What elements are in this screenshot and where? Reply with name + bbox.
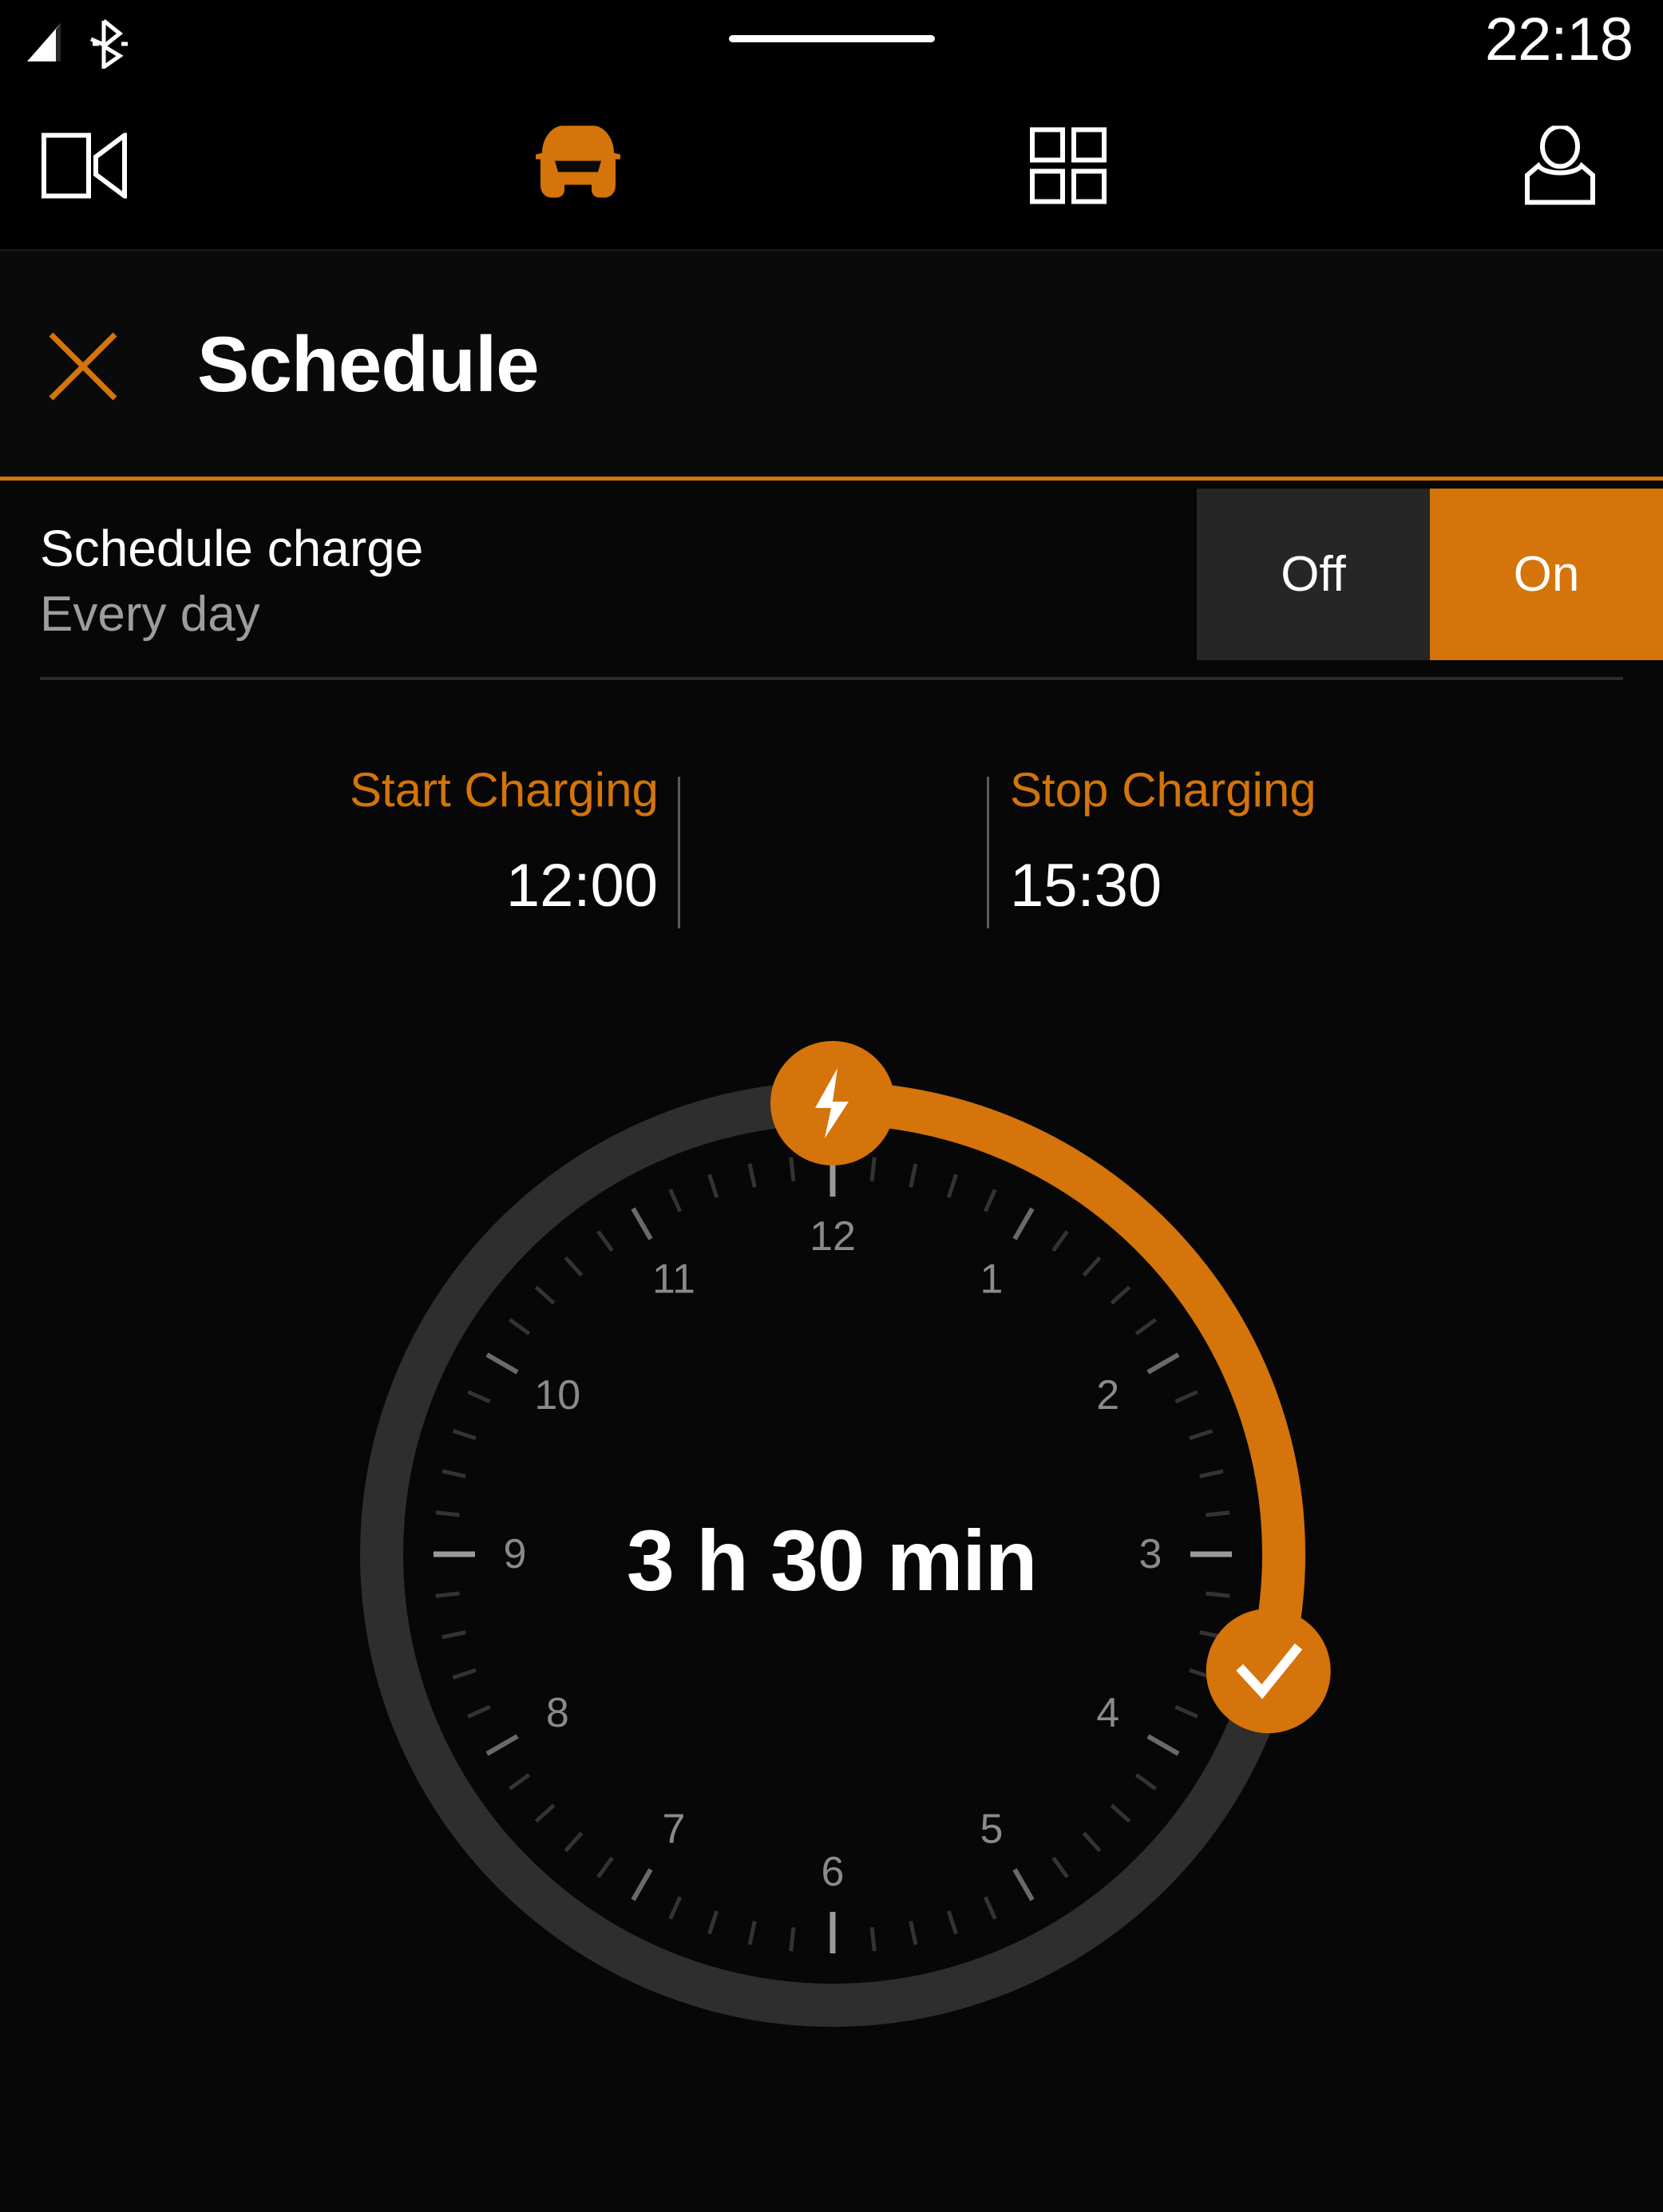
schedule-toggle: Off On (1197, 489, 1663, 660)
status-bar: 22:18 (0, 0, 1663, 86)
start-handle-lightning[interactable] (770, 1041, 895, 1165)
profile-icon[interactable] (1519, 124, 1601, 210)
page-header: Schedule (0, 251, 1663, 478)
page-title: Schedule (197, 320, 540, 408)
svg-text:11: 11 (652, 1256, 695, 1302)
status-bar-icons (21, 18, 133, 73)
start-charging-group[interactable]: Start Charging 12:00 (350, 762, 677, 920)
svg-text:8: 8 (546, 1690, 569, 1736)
svg-text:6: 6 (822, 1849, 845, 1895)
time-divider-left (678, 777, 680, 928)
start-charging-label: Start Charging (350, 763, 659, 817)
signal-icon (21, 18, 70, 72)
car-icon[interactable] (523, 123, 633, 213)
svg-text:2: 2 (1096, 1372, 1119, 1419)
bluetooth-icon (88, 18, 133, 73)
svg-text:1: 1 (980, 1256, 1004, 1302)
infotainment-screen: 22:18 Schedule Schedule charge Every day… (0, 0, 1663, 2212)
schedule-charge-label: Schedule charge (40, 520, 424, 577)
schedule-charge-row: Schedule charge Every day Off On (0, 481, 1663, 683)
stop-charging-label: Stop Charging (1010, 763, 1317, 817)
svg-text:7: 7 (663, 1806, 686, 1853)
svg-text:12: 12 (810, 1213, 856, 1260)
start-charging-value: 12:00 (505, 852, 658, 920)
toggle-option-off[interactable]: Off (1197, 489, 1430, 660)
clock-time: 22:18 (1484, 6, 1633, 73)
svg-text:4: 4 (1096, 1690, 1119, 1736)
main-nav-bar (0, 86, 1663, 251)
toggle-option-on[interactable]: On (1430, 489, 1663, 660)
status-bar-handle[interactable] (728, 35, 935, 42)
time-divider-right (987, 777, 989, 928)
apps-grid-icon[interactable] (1030, 127, 1107, 208)
stop-charging-group[interactable]: Stop Charging 15:30 (1010, 762, 1337, 920)
svg-text:10: 10 (534, 1372, 580, 1419)
close-x-icon[interactable] (46, 330, 120, 403)
dial-duration-label: 3 h 30 min (626, 1512, 1038, 1609)
media-icon[interactable] (42, 130, 129, 203)
schedule-charge-sublabel: Every day (40, 587, 260, 642)
stop-charging-value: 15:30 (1010, 852, 1162, 920)
charge-times: Start Charging 12:00 Stop Charging 15:30 (0, 762, 1663, 962)
stop-handle-checkmark[interactable] (1206, 1609, 1331, 1734)
section-divider (40, 677, 1623, 680)
svg-text:5: 5 (980, 1806, 1004, 1853)
